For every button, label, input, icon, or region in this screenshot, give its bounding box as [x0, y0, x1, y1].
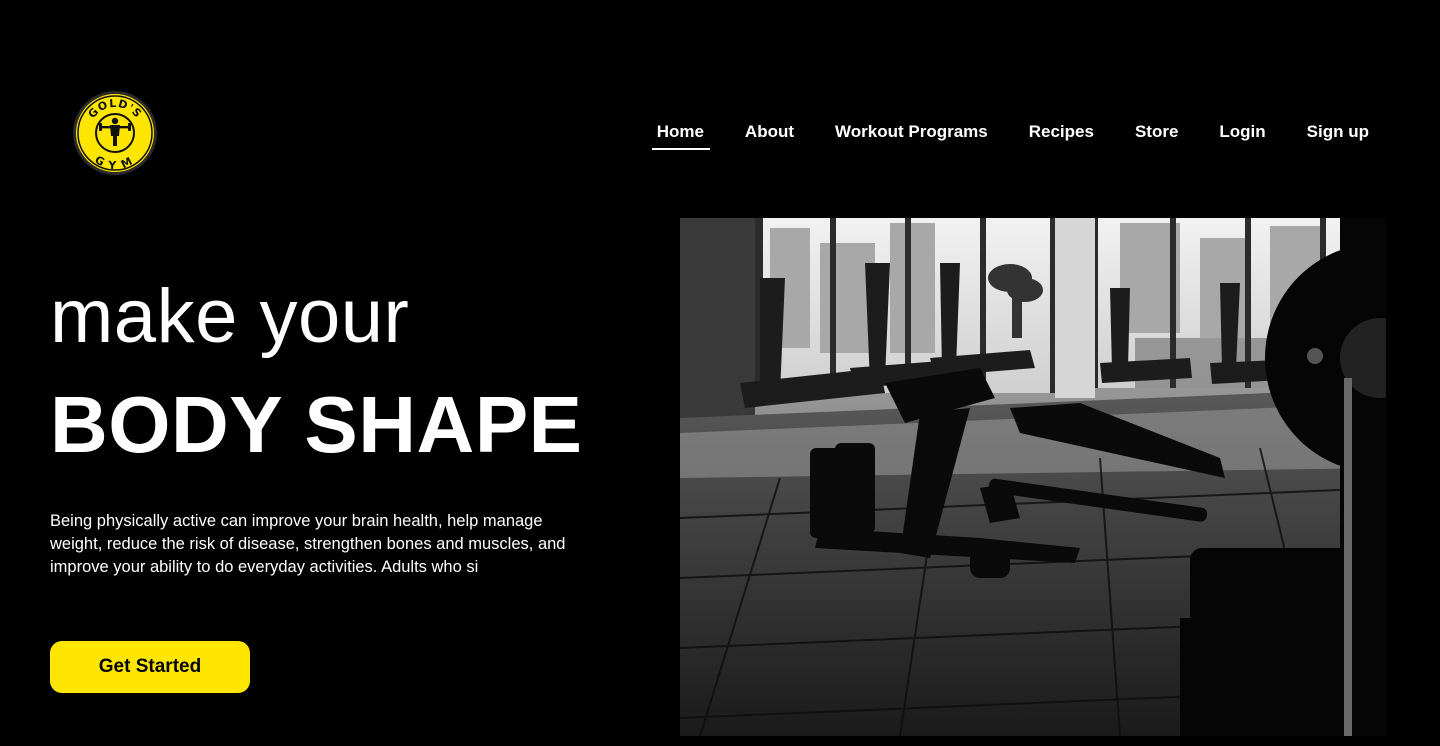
nav-recipes[interactable]: Recipes — [1029, 122, 1094, 148]
get-started-button[interactable]: Get Started — [50, 641, 250, 693]
golds-gym-logo[interactable]: GOLD'S GYM — [72, 90, 158, 176]
landing-page: GOLD'S GYM Home About Workout Programs R… — [0, 0, 1440, 746]
main-nav: Home About Workout Programs Recipes Stor… — [651, 122, 1369, 150]
gym-interior-image — [680, 218, 1386, 736]
hero-heading-line2: BODY SHAPE — [50, 380, 583, 469]
nav-home[interactable]: Home — [651, 122, 711, 150]
nav-store[interactable]: Store — [1135, 122, 1178, 148]
nav-sign-up[interactable]: Sign up — [1307, 122, 1369, 148]
hero-description: Being physically active can improve your… — [50, 512, 566, 576]
hero-heading-line1: make your — [50, 274, 410, 359]
nav-login[interactable]: Login — [1219, 122, 1265, 148]
nav-about[interactable]: About — [745, 122, 794, 148]
nav-workout-programs[interactable]: Workout Programs — [835, 122, 988, 148]
logo-icon: GOLD'S GYM — [73, 91, 157, 175]
